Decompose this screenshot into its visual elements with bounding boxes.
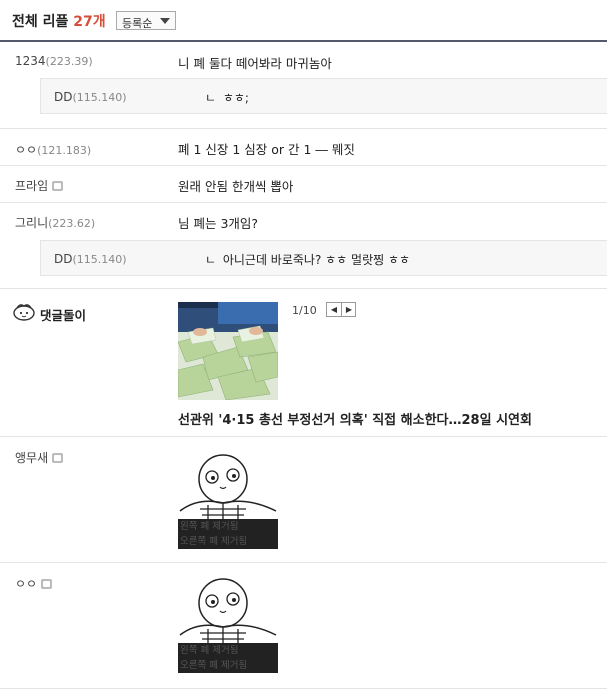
comment-author[interactable]: 앵무새 <box>15 449 64 466</box>
comment-row: ㅇㅇ <box>0 562 607 689</box>
news-headline[interactable]: 선관위 '4·15 총선 부정선거 의혹' 직접 해소한다…28일 시연회 <box>178 409 532 428</box>
author-nick[interactable]: 앵무새 <box>15 451 48 465</box>
comment-text: 원래 안됨 한개씩 뽑아 <box>178 179 294 194</box>
sort-label: 등록순 <box>122 17 153 30</box>
caption-line: 오른쪽 폐 제거됨 <box>180 660 248 671</box>
author-ip: (115.140) <box>72 253 127 266</box>
member-badge-icon <box>52 181 64 191</box>
caption-line: 오른쪽 폐 제거됨 <box>180 536 248 547</box>
chevron-down-icon <box>160 18 170 24</box>
comment-author[interactable]: 1234(223.39) <box>15 54 93 68</box>
reply-row: DD(115.140) ㄴ 아니근데 바로죽나? ㅎㅎ 멀랏찡 ㅎㅎ <box>40 240 607 276</box>
member-badge-icon <box>52 453 64 463</box>
meme-caption: 왼쪽 폐 제거됨 오른쪽 폐 제거됨 <box>178 519 278 549</box>
author-nick[interactable]: ㅇㅇ <box>15 143 37 157</box>
reply-text: ㄴ 아니근데 바로죽나? ㅎㅎ 멀랏찡 ㅎㅎ <box>205 251 410 268</box>
author-nick[interactable]: 1234 <box>15 54 46 68</box>
comment-author[interactable]: 그리니(223.62) <box>15 214 95 231</box>
comment-author[interactable]: ㅇㅇ <box>15 575 53 592</box>
news-pager-buttons: ◀ ▶ <box>326 302 356 317</box>
meme-image[interactable]: 왼쪽 폐 제거됨 오른쪽 폐 제거됨 <box>178 449 278 549</box>
comment-text: 폐 1 신장 1 심장 or 간 1 ― 뭬짓 <box>178 142 355 157</box>
author-nick[interactable]: 프라임 <box>15 179 48 193</box>
reply-text-body: ㅎㅎ; <box>222 91 249 105</box>
comments-header: 전체 리플 27개 등록순 <box>0 0 607 42</box>
news-thumbnail[interactable] <box>178 302 278 400</box>
bot-face-icon <box>13 304 35 321</box>
reply-author[interactable]: DD(115.140) <box>54 90 127 104</box>
comment-row: 1234(223.39) 니 폐 둘다 떼어봐라 마귀놈아 DD(115.140… <box>0 42 607 129</box>
author-ip: (223.62) <box>48 217 96 230</box>
comment-row: 앵무새 <box>0 436 607 563</box>
author-nick[interactable]: 그리니 <box>15 216 48 230</box>
author-nick[interactable]: DD <box>54 252 72 266</box>
news-bot-name[interactable]: 댓글돌이 <box>40 305 86 324</box>
comment-row: 프라임 원래 안됨 한개씩 뽑아 <box>0 165 607 203</box>
chevron-left-icon[interactable]: ◀ <box>327 303 342 316</box>
comments-title: 전체 리플 27개 <box>12 11 106 31</box>
reply-author[interactable]: DD(115.140) <box>54 252 127 266</box>
author-ip: (121.183) <box>37 144 92 157</box>
caption-line: 왼쪽 폐 제거됨 <box>180 645 239 656</box>
author-ip: (115.140) <box>72 91 127 104</box>
chevron-right-icon[interactable]: ▶ <box>342 303 356 316</box>
author-nick[interactable]: DD <box>54 90 72 104</box>
comment-author[interactable]: 프라임 <box>15 177 64 194</box>
sort-dropdown[interactable]: 등록순 <box>116 11 176 30</box>
comment-text: 님 폐는 3개임? <box>178 216 259 231</box>
comment-text: 니 폐 둘다 떼어봐라 마귀놈아 <box>178 56 332 71</box>
member-badge-icon <box>41 579 53 589</box>
reply-text-body: 아니근데 바로죽나? ㅎㅎ 멀랏찡 ㅎㅎ <box>222 253 411 267</box>
caption-line: 왼쪽 폐 제거됨 <box>180 521 239 532</box>
reply-arrow-icon: ㄴ <box>205 91 217 105</box>
author-ip: (223.39) <box>45 55 93 68</box>
meme-caption: 왼쪽 폐 제거됨 오른쪽 폐 제거됨 <box>178 643 278 673</box>
reply-text: ㄴ ㅎㅎ; <box>205 89 249 106</box>
comment-author[interactable]: ㅇㅇ(121.183) <box>15 141 91 158</box>
comment-count: 27개 <box>73 14 106 30</box>
skeleton-figure <box>179 578 277 645</box>
author-nick[interactable]: ㅇㅇ <box>15 577 37 591</box>
reply-arrow-icon: ㄴ <box>205 253 217 267</box>
comment-row: 그리니(223.62) 님 폐는 3개임? DD(115.140) ㄴ 아니근데… <box>0 202 607 289</box>
comment-row: ㅇㅇ(121.183) 폐 1 신장 1 심장 or 간 1 ― 뭬짓 <box>0 128 607 166</box>
meme-image[interactable]: 왼쪽 폐 제거됨 오른쪽 폐 제거됨 <box>178 573 278 673</box>
news-pager-count: 1/10 <box>292 304 317 317</box>
comments-title-label: 전체 리플 <box>12 14 69 30</box>
skeleton-figure <box>179 454 277 521</box>
reply-row: DD(115.140) ㄴ ㅎㅎ; <box>40 78 607 114</box>
